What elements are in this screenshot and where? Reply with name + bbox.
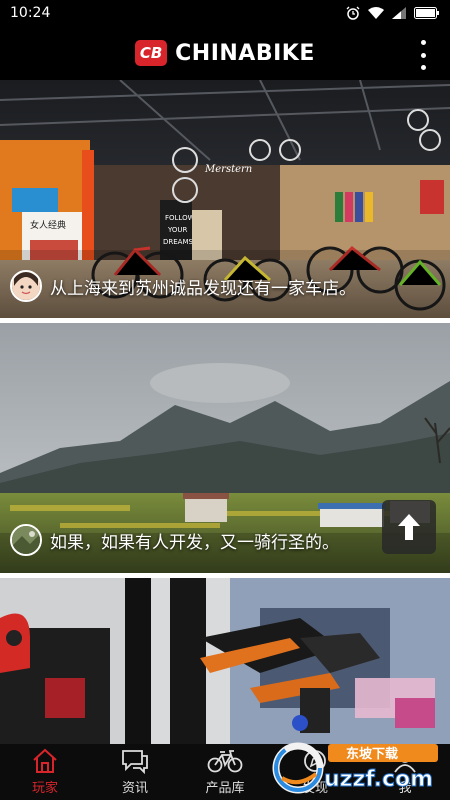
feed-post[interactable]: 女人经典 FOLLOW YOUR DREAMS Merstern 从上海来到苏州… (0, 80, 450, 318)
post-image-bike-closeup (0, 578, 450, 744)
post-caption: 从上海来到苏州诚品发现还有一家车店。 (10, 270, 356, 302)
home-icon (33, 748, 57, 773)
brand-logo: CB (135, 40, 168, 66)
poster-text: 女人经典 (30, 219, 66, 231)
chat-icon (122, 750, 148, 774)
watermark-logo: 东坡下载 uzzf.com (272, 742, 438, 794)
avatar-cartoon-icon (12, 272, 40, 300)
nav-item-products[interactable]: 产品库 (180, 744, 270, 800)
post-caption: 如果，如果有人开发，又一骑行圣的。 (10, 524, 339, 556)
status-time: 10:24 (10, 5, 51, 21)
more-dot-icon (420, 65, 426, 70)
post-caption-text: 如果，如果有人开发，又一骑行圣的。 (50, 532, 339, 553)
more-options-button[interactable] (418, 40, 428, 70)
store-sign-text-3: DREAMS (163, 238, 194, 246)
battery-icon (414, 7, 439, 19)
watermark-text: 东坡下载 (346, 746, 398, 762)
post-caption-text: 从上海来到苏州诚品发现还有一家车店。 (50, 278, 356, 299)
watermark-site: uzzf.com (324, 767, 433, 792)
store-sign-text-2: YOUR (167, 226, 188, 234)
signal-icon (392, 7, 406, 19)
nav-label: 产品库 (205, 781, 245, 796)
nav-item-news[interactable]: 资讯 (90, 744, 180, 800)
alarm-icon (346, 6, 360, 20)
nav-label: 资讯 (121, 781, 148, 796)
avatar-photo-icon (12, 526, 40, 554)
avatar[interactable] (10, 270, 42, 302)
more-dot-icon (420, 40, 426, 45)
app-title: CHINABIKE (175, 40, 315, 66)
more-dot-icon (420, 52, 426, 58)
store-sign-text-1: FOLLOW (165, 214, 195, 222)
scroll-to-top-button[interactable] (382, 500, 436, 554)
status-bar: 10:24 (0, 0, 450, 26)
bicycle-icon (207, 750, 243, 773)
brand-sign-text: Merstern (204, 164, 252, 175)
feed-post[interactable] (0, 578, 450, 744)
avatar[interactable] (10, 524, 42, 556)
app-header: CB CHINABIKE (0, 26, 450, 80)
nav-label: 玩家 (31, 781, 58, 796)
wifi-icon (368, 7, 384, 19)
nav-item-players[interactable]: 玩家 (0, 744, 90, 800)
arrow-up-icon (398, 514, 420, 540)
status-icons (346, 6, 440, 20)
feed-list[interactable]: 女人经典 FOLLOW YOUR DREAMS Merstern 从上海来到苏州… (0, 80, 450, 744)
brand: CB CHINABIKE (135, 40, 315, 66)
